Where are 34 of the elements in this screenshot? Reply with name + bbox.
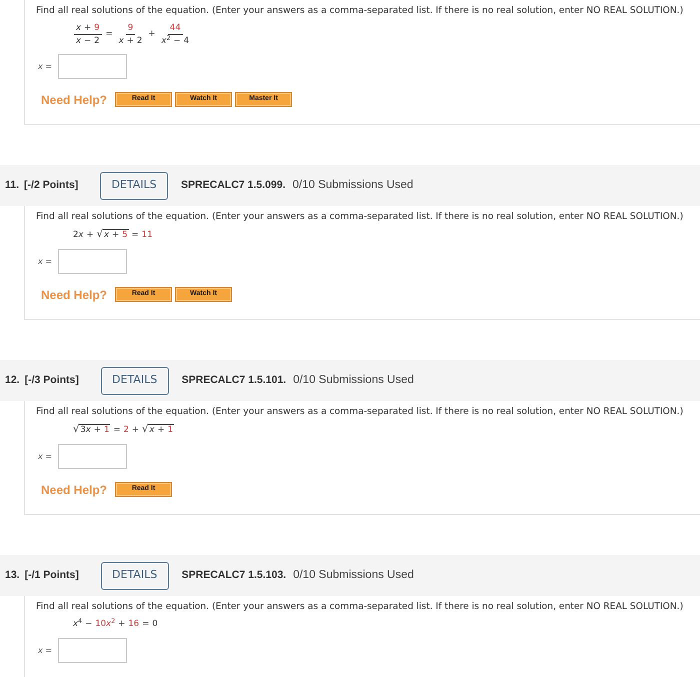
- submissions-count: 0/10 Submissions Used: [293, 372, 414, 388]
- answer-label: x =: [38, 256, 53, 268]
- problem-prompt: Find all real solutions of the equation. (Enter your answers as a comma-separated list. If there is no real solution, enter NO REAL SOLUTION.): [36, 5, 684, 17]
- equation: 2x + √x + 5 = 11: [73, 229, 152, 241]
- problem-code: SPRECALC7 1.5.101.: [182, 372, 286, 388]
- equation: x + 9 x − 2 = 9 x + 2 + 44 x$^{2}$ − 4: [73, 23, 190, 46]
- details-button[interactable]: DETAILS: [100, 366, 169, 394]
- need-help-label: Need Help?: [41, 482, 108, 498]
- submissions-count: 0/10 Submissions Used: [293, 568, 414, 583]
- answer-label: x =: [38, 644, 53, 656]
- equation: x$^{4}$ − 10x$^{2}$ + 16 = 0: [73, 619, 158, 630]
- problem-number: 11.: [5, 178, 20, 193]
- answer-field[interactable]: [58, 638, 127, 663]
- problem-code: SPRECALC7 1.5.103.: [182, 568, 286, 583]
- need-help-label: Need Help?: [41, 286, 108, 304]
- details-button[interactable]: DETAILS: [100, 172, 168, 200]
- equation: √3x + 1 = 2 + √x + 1: [73, 424, 174, 436]
- points-label: [-/1 Points]: [24, 568, 80, 583]
- points-label: [-/3 Points]: [24, 372, 80, 388]
- details-button[interactable]: DETAILS: [100, 562, 169, 590]
- answer-field[interactable]: [58, 54, 127, 79]
- need-help-label: Need Help?: [41, 92, 108, 108]
- answer-field[interactable]: [58, 249, 127, 274]
- answer-field[interactable]: [58, 444, 127, 469]
- problem-prompt: Find all real solutions of the equation. (Enter your answers as a comma-separated list. If there is no real solution, enter NO REAL SOLUTION.): [36, 406, 684, 418]
- points-label: [-/2 Points]: [24, 178, 80, 193]
- problem-number: 12.: [5, 372, 20, 388]
- problem-prompt: Find all real solutions of the equation. (Enter your answers as a comma-separated list. If there is no real solution, enter NO REAL SOLUTION.): [36, 601, 684, 613]
- problem-prompt: Find all real solutions of the equation. (Enter your answers as a comma-separated list. If there is no real solution, enter NO REAL SOLUTION.): [36, 211, 684, 223]
- submissions-count: 0/10 Submissions Used: [292, 178, 414, 193]
- problem-code: SPRECALC7 1.5.099.: [181, 178, 286, 193]
- problem-number: 13.: [5, 568, 20, 583]
- answer-label: x =: [38, 60, 53, 72]
- answer-label: x =: [38, 450, 53, 462]
